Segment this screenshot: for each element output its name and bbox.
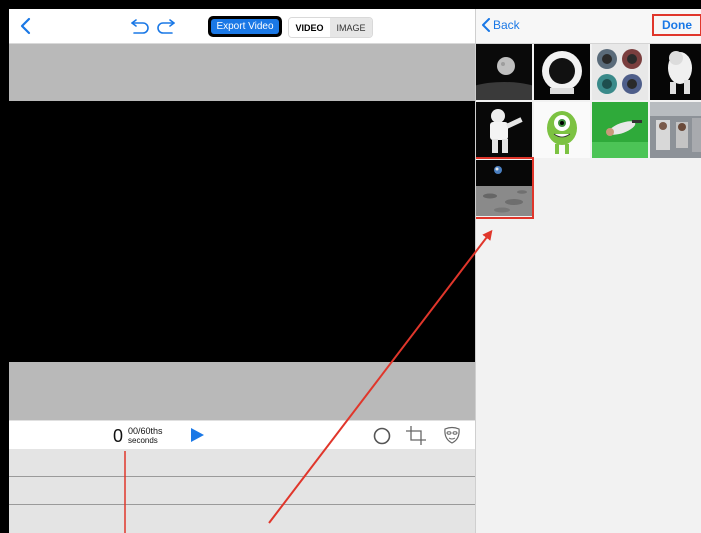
preview-padding-bottom (9, 362, 475, 420)
thumbnail-person-on-green-screen[interactable] (592, 102, 648, 158)
timeline-track-divider (9, 504, 475, 505)
play-icon[interactable] (190, 428, 204, 442)
export-video-label: Export Video (211, 19, 279, 34)
thumbnail-moon-in-space[interactable] (476, 44, 532, 100)
preview-padding-top (9, 44, 475, 101)
done-button[interactable]: Done (652, 14, 701, 36)
picker-nav-bar: Back Done (476, 9, 701, 44)
thumbnail-astronaut-suit-standing[interactable] (476, 102, 532, 158)
redo-icon[interactable] (156, 18, 176, 34)
mask-icon[interactable] (443, 426, 461, 444)
crop-icon[interactable] (406, 426, 426, 445)
back-label: Back (493, 18, 520, 32)
video-preview[interactable] (9, 101, 475, 362)
thumbnail-helmet-collage[interactable] (592, 44, 648, 100)
chevron-left-icon[interactable] (19, 17, 33, 35)
undo-icon[interactable] (130, 18, 150, 34)
seconds-value: 0 (113, 426, 124, 446)
chevron-left-icon (482, 18, 490, 32)
editor-toolbar: Export Video VIDEO IMAGE (9, 9, 475, 44)
circle-icon[interactable] (373, 427, 391, 445)
selected-thumbnail-highlight (476, 157, 534, 219)
tab-video[interactable]: VIDEO (289, 18, 330, 37)
done-label: Done (662, 18, 692, 32)
screen-frame-left (0, 0, 9, 533)
fraction-label: 00/60ths (128, 426, 163, 436)
back-button[interactable]: Back (481, 18, 520, 32)
thumbnail-astronaut-floating[interactable] (650, 44, 701, 100)
tab-image[interactable]: IMAGE (330, 18, 372, 37)
thumbnail-astronaut-helmet-white[interactable] (534, 44, 590, 100)
timeline-area[interactable] (9, 449, 475, 533)
thumbnail-space-station-crew[interactable] (650, 102, 701, 158)
thumbnail-green-one-eyed-monster[interactable] (534, 102, 590, 158)
photo-picker-pane: Back Done (475, 9, 701, 533)
seconds-label: seconds (128, 436, 158, 445)
screen-frame-top (0, 0, 701, 9)
timeline-track-divider (9, 476, 475, 477)
video-editor-pane: Export Video VIDEO IMAGE 0 00/60ths seco… (9, 9, 475, 533)
export-video-button[interactable]: Export Video (208, 16, 282, 37)
playback-controls: 0 00/60ths seconds (9, 420, 475, 450)
mode-segmented-control: VIDEO IMAGE (288, 17, 373, 38)
